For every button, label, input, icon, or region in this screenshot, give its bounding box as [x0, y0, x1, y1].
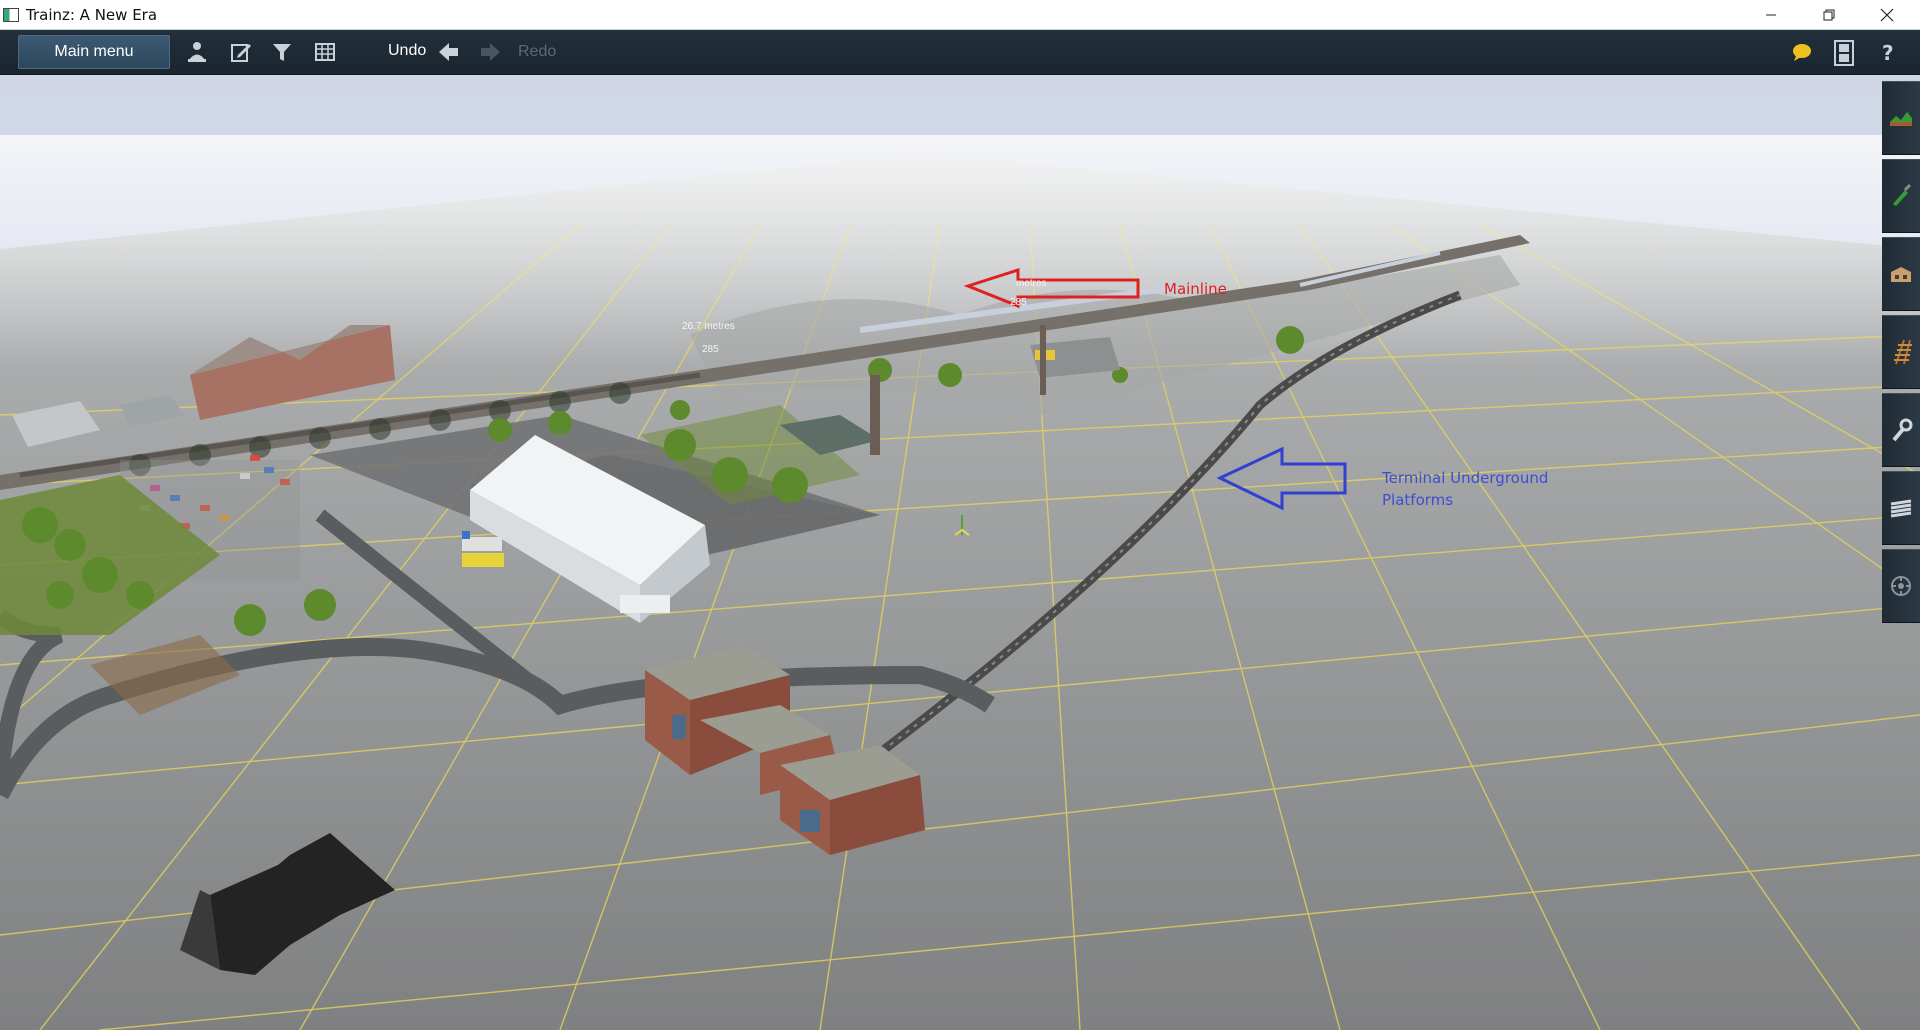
wrench-icon — [1892, 418, 1913, 442]
driver-icon[interactable] — [185, 40, 209, 64]
restore-button[interactable] — [1800, 0, 1858, 29]
distance-label: 285 — [1010, 297, 1027, 308]
svg-text:?: ? — [1882, 41, 1894, 64]
distance-label: 26.7 metres — [682, 321, 735, 332]
objects-tool-button[interactable] — [1882, 237, 1920, 311]
undo-arrow-icon[interactable] — [437, 40, 461, 64]
redo-arrow-icon[interactable] — [478, 40, 502, 64]
mainline-annotation: Mainline — [1164, 280, 1227, 298]
terrain-icon — [1890, 112, 1912, 126]
close-button[interactable] — [1858, 0, 1916, 29]
track-icon — [1894, 339, 1912, 365]
film-icon[interactable] — [1832, 40, 1856, 66]
app-window: Trainz: A New Era Main menu Undo Redo ? … — [0, 0, 1920, 1030]
help-icon[interactable]: ? — [1876, 40, 1900, 65]
minimize-icon — [1766, 14, 1776, 15]
main-menu-button[interactable]: Main menu — [18, 35, 170, 69]
terminal-annotation: Terminal Underground Platforms — [1382, 467, 1582, 511]
distance-label: 285 — [702, 344, 719, 355]
restore-icon — [1823, 9, 1835, 20]
undo-button[interactable]: Undo — [388, 42, 426, 60]
terminal-annotation-line1: Terminal Underground — [1382, 469, 1549, 487]
world-scene[interactable] — [0, 75, 1920, 1030]
session-reel-icon — [1891, 576, 1911, 596]
session-tool-button[interactable] — [1882, 549, 1920, 623]
redo-button[interactable]: Redo — [518, 43, 556, 61]
minimize-button[interactable] — [1742, 0, 1800, 29]
close-icon — [1880, 8, 1894, 21]
track-tool-button[interactable] — [1882, 315, 1920, 389]
edit-icon[interactable] — [229, 40, 253, 64]
layers-tool-button[interactable] — [1882, 471, 1920, 545]
title-bar: Trainz: A New Era — [0, 0, 1920, 30]
editor-toolbar: Main menu Undo Redo ? — [0, 30, 1920, 75]
distance-label: metres — [1016, 278, 1047, 289]
paint-brush-icon — [1893, 183, 1912, 206]
chat-icon[interactable] — [1790, 40, 1814, 64]
filter-icon[interactable] — [270, 40, 294, 64]
paint-tool-button[interactable] — [1882, 159, 1920, 233]
window-title: Trainz: A New Era — [26, 6, 158, 24]
app-icon — [3, 8, 19, 22]
layers-icon — [1890, 499, 1912, 518]
terminal-annotation-line2: Platforms — [1382, 491, 1454, 509]
grid-icon[interactable] — [313, 40, 337, 64]
trackside-tool-button[interactable] — [1882, 393, 1920, 467]
world-viewport[interactable]: metres 285 26.7 metres 285 Mainline Term… — [0, 75, 1920, 1030]
terrain-tool-button[interactable] — [1882, 81, 1920, 155]
building-icon — [1891, 267, 1911, 282]
